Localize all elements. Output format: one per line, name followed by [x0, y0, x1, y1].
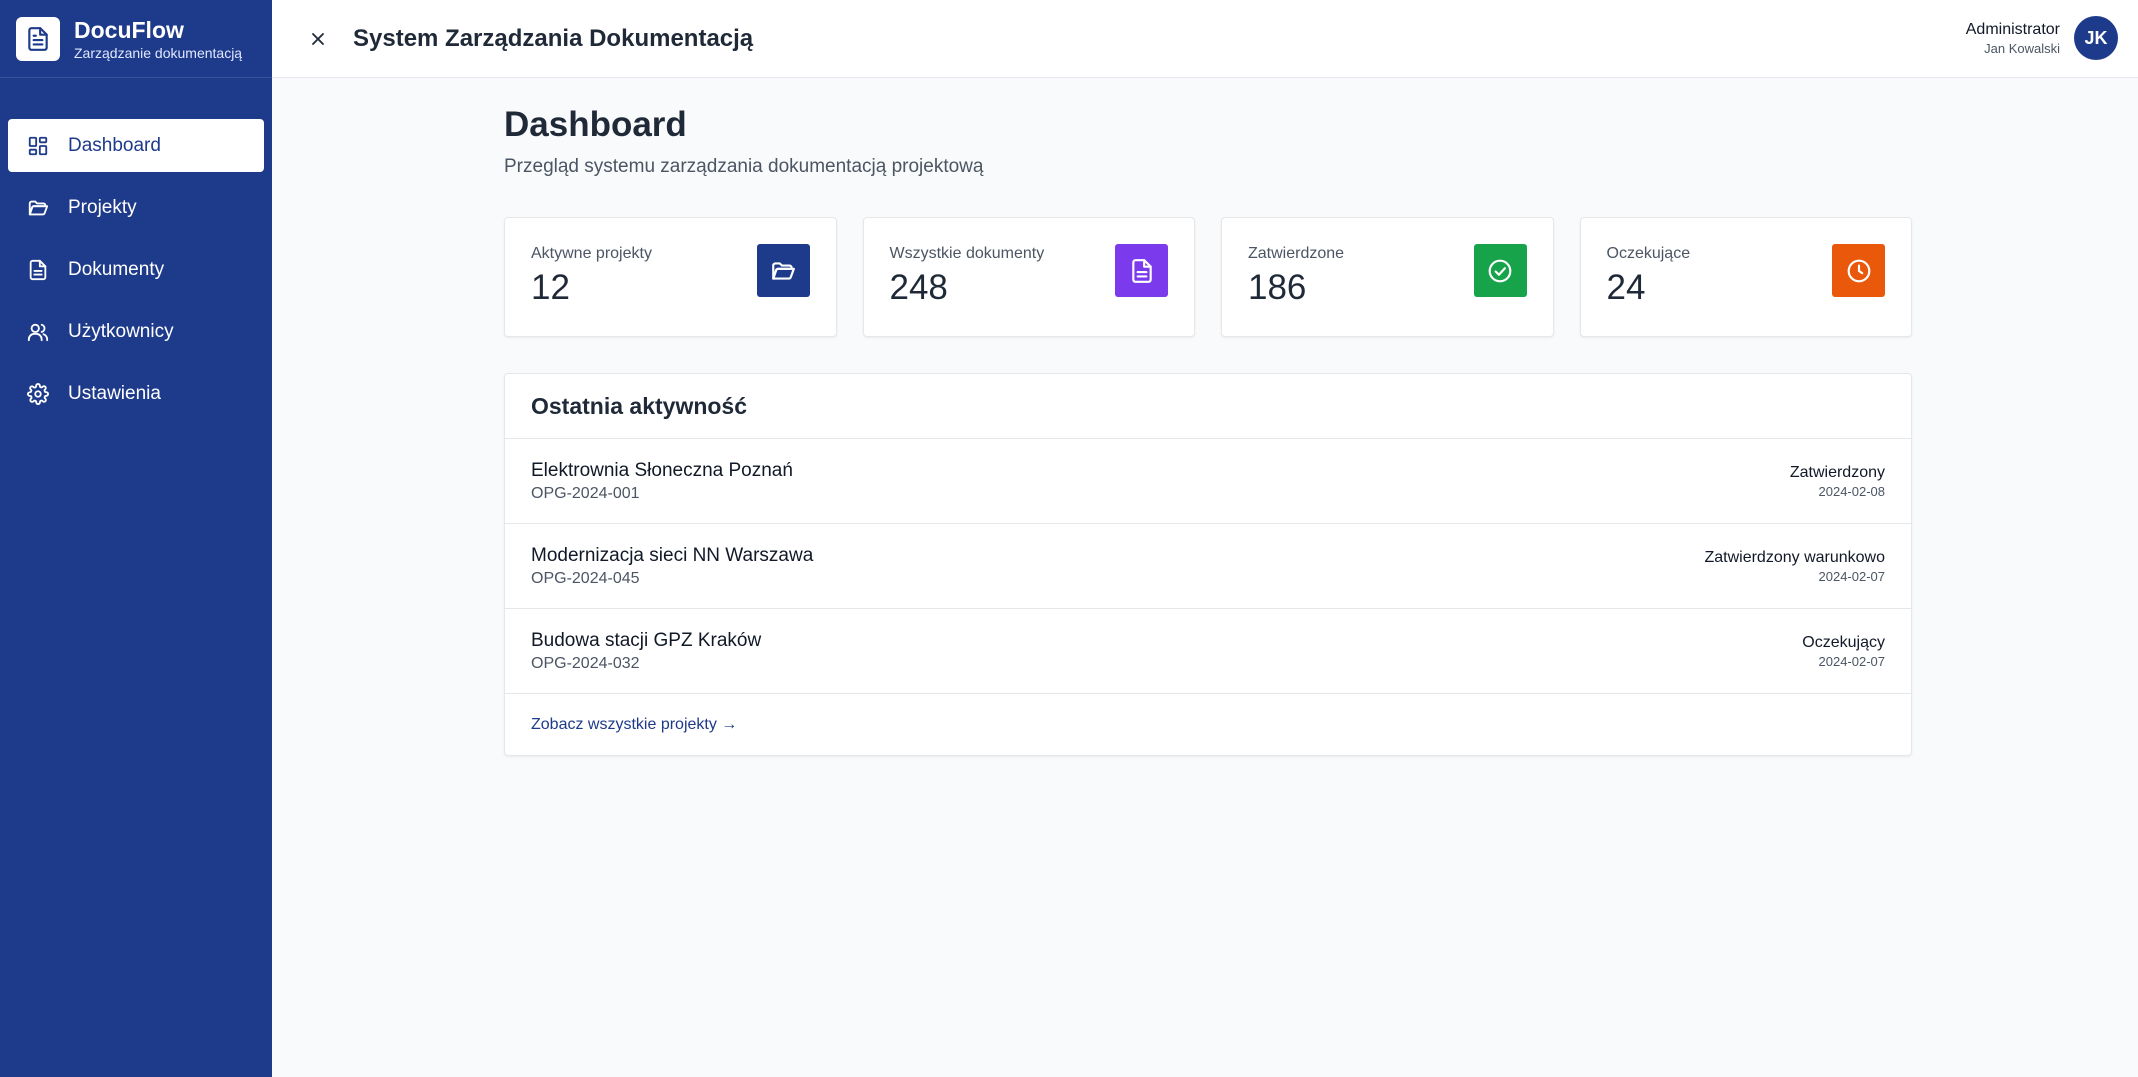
sidebar: DocuFlow Zarządzanie dokumentacją Dashbo…: [0, 0, 272, 1077]
status-text: Zatwierdzony: [1789, 463, 1885, 481]
project-code: OPG-2024-032: [531, 654, 640, 672]
status-text: Oczekujący: [1802, 633, 1885, 651]
sidebar-item-label: Dokumenty: [68, 258, 165, 280]
stat-card-approved: Zatwierdzone 186: [1221, 217, 1554, 337]
brand: DocuFlow Zarządzanie dokumentacją: [0, 0, 272, 78]
brand-subtitle: Zarządzanie dokumentacją: [74, 44, 243, 61]
document-icon: [26, 258, 50, 282]
sidebar-item-dokumenty[interactable]: Dokumenty: [8, 243, 264, 296]
activity-row[interactable]: Modernizacja sieci NN Warszawa OPG-2024-…: [505, 524, 1911, 609]
status-date: 2024-02-07: [1818, 568, 1886, 584]
sidebar-item-label: Użytkownicy: [68, 320, 174, 342]
status-text: Zatwierdzony warunkowo: [1704, 548, 1885, 566]
status-date: 2024-02-07: [1818, 653, 1886, 669]
user-role: Administrator: [1965, 21, 2060, 38]
stats-row: Aktywne projekty 12 Wszystkie dokumenty …: [504, 217, 1912, 337]
header-title: System Zarządzania Dokumentacją: [353, 24, 754, 52]
user-name: Jan Kowalski: [1984, 41, 2060, 56]
sidebar-item-projekty[interactable]: Projekty: [8, 181, 264, 234]
project-name: Budowa stacji GPZ Kraków: [531, 629, 762, 651]
status-date: 2024-02-08: [1818, 483, 1886, 499]
stat-card-active-projects: Aktywne projekty 12: [504, 217, 837, 337]
sidebar-item-label: Ustawienia: [68, 382, 161, 404]
document-icon: [16, 16, 60, 61]
project-name: Modernizacja sieci NN Warszawa: [531, 544, 814, 566]
sidebar-item-label: Projekty: [68, 196, 137, 218]
sidebar-item-uzytkownicy[interactable]: Użytkownicy: [8, 305, 264, 358]
main-content: Dashboard Przegląd systemu zarządzania d…: [504, 78, 1912, 756]
folder-icon: [26, 196, 50, 220]
recent-activity-panel: Ostatnia aktywność Elektrownia Słoneczna…: [504, 373, 1912, 756]
project-code: OPG-2024-001: [531, 484, 640, 502]
view-all-projects-link[interactable]: Zobacz wszystkie projekty →: [505, 694, 1911, 755]
close-icon[interactable]: [305, 26, 331, 52]
dashboard-icon: [26, 134, 50, 158]
activity-row[interactable]: Elektrownia Słoneczna Poznań OPG-2024-00…: [505, 439, 1911, 524]
activity-row[interactable]: Budowa stacji GPZ Kraków OPG-2024-032 Oc…: [505, 609, 1911, 694]
sidebar-nav: Dashboard Projekty Dokumenty Użytkownicy…: [0, 78, 272, 420]
page-title: Dashboard: [504, 105, 687, 144]
sidebar-item-label: Dashboard: [68, 134, 161, 156]
top-header: System Zarządzania Dokumentacją Administ…: [272, 0, 2138, 78]
document-icon: [1115, 244, 1168, 297]
sidebar-item-ustawienia[interactable]: Ustawienia: [8, 367, 264, 420]
recent-activity-title: Ostatnia aktywność: [505, 374, 1911, 439]
gear-icon: [26, 382, 50, 406]
clock-icon: [1832, 244, 1885, 297]
project-name: Elektrownia Słoneczna Poznań: [531, 459, 793, 481]
stat-card-pending: Oczekujące 24: [1579, 217, 1912, 337]
stat-card-all-documents: Wszystkie dokumenty 248: [862, 217, 1195, 337]
user-menu[interactable]: Administrator Jan Kowalski JK: [1966, 16, 2118, 60]
avatar[interactable]: JK: [2074, 16, 2118, 60]
sidebar-item-dashboard[interactable]: Dashboard: [8, 119, 264, 172]
brand-name: DocuFlow: [74, 16, 184, 43]
page-subtitle: Przegląd systemu zarządzania dokumentacj…: [504, 156, 984, 177]
check-circle-icon: [1473, 244, 1527, 297]
folder-icon: [756, 244, 810, 297]
users-icon: [26, 320, 50, 344]
project-code: OPG-2024-045: [531, 569, 640, 587]
